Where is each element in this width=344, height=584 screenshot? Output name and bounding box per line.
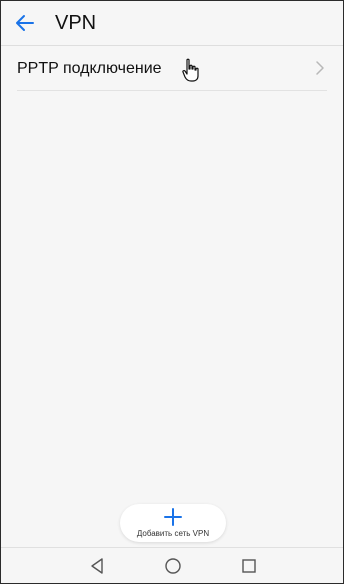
- nav-recents-button[interactable]: [240, 557, 258, 575]
- plus-icon: [164, 508, 182, 526]
- system-navigation-bar: [1, 547, 343, 583]
- nav-back-button[interactable]: [88, 557, 106, 575]
- page-title: VPN: [55, 12, 97, 34]
- hand-cursor-icon: [182, 58, 199, 82]
- add-vpn-button[interactable]: Добавить сеть VPN: [120, 504, 226, 542]
- circle-home-icon: [165, 558, 181, 574]
- arrow-left-icon: [16, 15, 34, 31]
- phone-screen: VPN PPTP подключение Добавить сеть VPN: [0, 0, 344, 584]
- add-vpn-label: Добавить сеть VPN: [136, 529, 210, 538]
- square-recents-icon: [242, 559, 256, 573]
- list-item-pptp[interactable]: PPTP подключение: [17, 46, 327, 91]
- app-bar: VPN: [1, 1, 343, 46]
- nav-home-button[interactable]: [164, 557, 182, 575]
- chevron-right-icon: [316, 61, 324, 75]
- list-item-label: PPTP подключение: [17, 60, 162, 77]
- back-button[interactable]: [11, 9, 39, 37]
- triangle-back-icon: [91, 558, 103, 574]
